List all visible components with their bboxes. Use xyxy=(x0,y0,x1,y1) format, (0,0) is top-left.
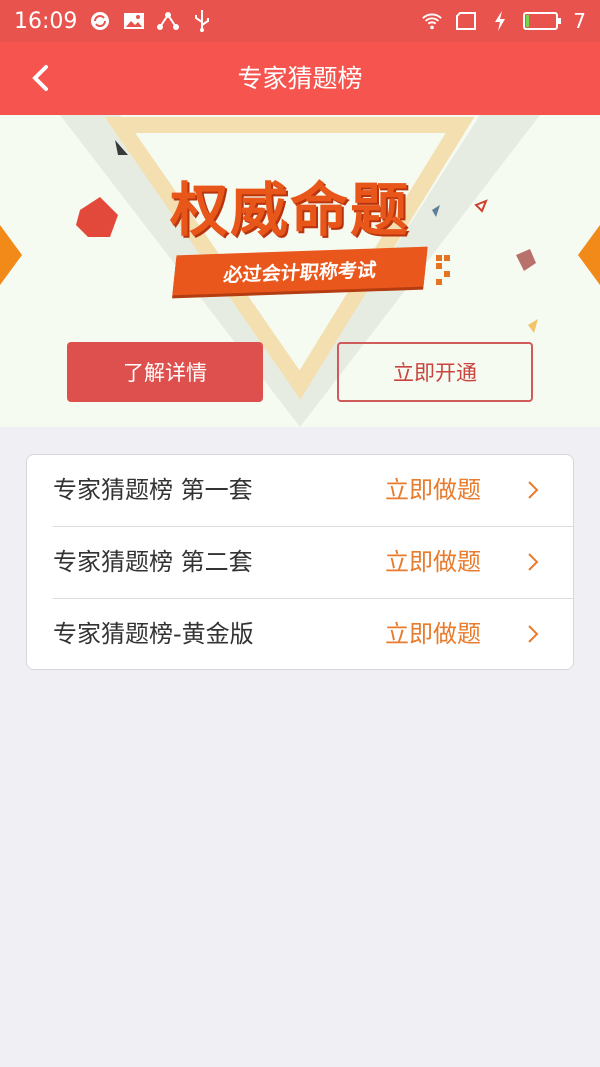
banner-heading: 权威命题 xyxy=(169,176,410,244)
nav-bar: 专家猜题榜 xyxy=(0,42,600,115)
learn-more-button[interactable]: 了解详情 xyxy=(67,342,263,402)
status-right: 7 xyxy=(421,9,586,33)
image-icon xyxy=(123,10,145,32)
share-icon xyxy=(157,10,180,32)
start-practice-link[interactable]: 立即做题 xyxy=(385,455,481,526)
usb-icon xyxy=(191,10,213,32)
back-button[interactable] xyxy=(20,58,60,98)
chevron-right-icon xyxy=(528,481,539,499)
charging-icon xyxy=(489,10,511,32)
sync-icon xyxy=(89,10,111,32)
battery-icon xyxy=(523,10,562,32)
chevron-left-icon xyxy=(32,65,48,91)
list-item[interactable]: 专家猜题榜-黄金版 立即做题 xyxy=(27,599,575,670)
page-title: 专家猜题榜 xyxy=(237,64,363,93)
open-now-button[interactable]: 立即开通 xyxy=(337,342,533,402)
sim-icon xyxy=(455,10,477,32)
list-item-title: 专家猜题榜 第一套 xyxy=(53,476,253,504)
list-item-title: 专家猜题榜 第二套 xyxy=(53,548,253,576)
status-left: 16:09 xyxy=(14,9,213,34)
chevron-right-icon xyxy=(528,625,539,643)
exam-list: 专家猜题榜 第一套 立即做题 专家猜题榜 第二套 立即做题 专家猜题榜-黄金版 … xyxy=(26,454,574,670)
list-item[interactable]: 专家猜题榜 第二套 立即做题 xyxy=(27,527,575,598)
list-item-title: 专家猜题榜-黄金版 xyxy=(53,620,254,648)
chevron-right-icon xyxy=(528,553,539,571)
battery-level: 7 xyxy=(573,9,586,33)
start-practice-link[interactable]: 立即做题 xyxy=(385,527,481,598)
wifi-icon xyxy=(421,10,443,32)
list-item[interactable]: 专家猜题榜 第一套 立即做题 xyxy=(27,455,575,526)
start-practice-link[interactable]: 立即做题 xyxy=(385,599,481,670)
promo-banner: 权威命题 必过会计职称考试 了解详情 立即开通 xyxy=(0,115,600,427)
status-bar: 16:09 7 xyxy=(0,0,600,42)
status-time: 16:09 xyxy=(14,8,78,34)
